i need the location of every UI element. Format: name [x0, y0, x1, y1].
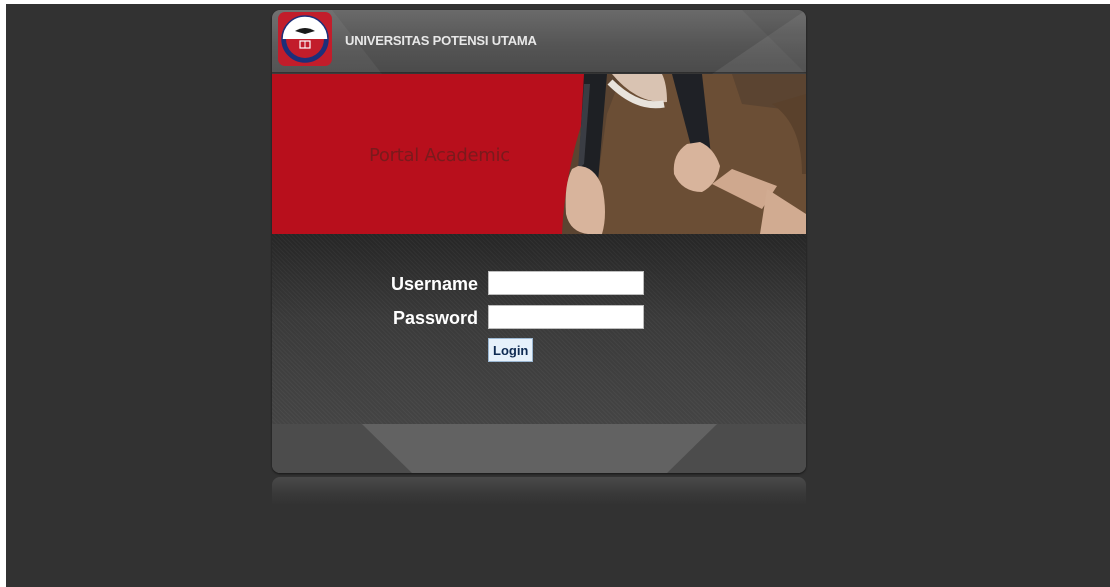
username-label: Username [390, 274, 478, 294]
username-input[interactable] [488, 271, 644, 295]
login-card: UNIVERSITAS POTENSI UTAMA Portal Academi… [272, 10, 806, 473]
university-seal-icon [278, 12, 332, 66]
portal-title: Portal Academic [369, 145, 510, 166]
card-reflection [272, 477, 806, 505]
login-panel: Username Password Login [272, 234, 806, 424]
password-row: Password [272, 305, 806, 331]
login-button[interactable]: Login [488, 338, 534, 362]
site-header: UNIVERSITAS POTENSI UTAMA [272, 10, 806, 74]
card-footer [272, 424, 806, 473]
username-row: Username [272, 271, 806, 297]
footer-decoration [272, 424, 806, 473]
site-title: UNIVERSITAS POTENSI UTAMA [345, 33, 537, 48]
password-label: Password [392, 308, 478, 328]
password-input[interactable] [488, 305, 644, 329]
student-with-backpack-image [562, 74, 806, 234]
portal-banner: Portal Academic [272, 74, 806, 234]
